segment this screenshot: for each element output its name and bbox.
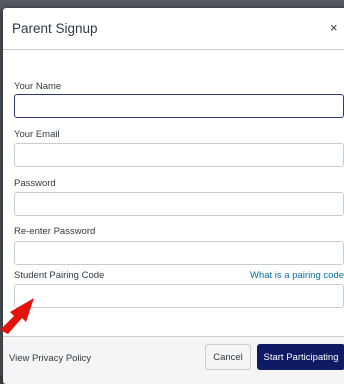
privacy-policy-link[interactable]: View Privacy Policy [9,353,91,364]
dialog-footer: View Privacy Policy Cancel Start Partici… [3,336,344,384]
name-label: Your Name [14,81,62,92]
dialog-header: Parent Signup × [3,8,344,50]
parent-signup-dialog: Parent Signup × Your Name Your Email Pas… [3,8,344,384]
red-arrow-annotation [0,298,34,334]
name-input[interactable] [14,94,344,118]
pairing-code-label: Student Pairing Code [14,270,105,281]
email-label: Your Email [14,129,60,140]
arrow-shape [0,298,34,334]
pairing-code-input[interactable] [14,284,344,308]
cancel-button[interactable]: Cancel [205,344,251,370]
dialog-title: Parent Signup [12,21,98,36]
reenter-password-label: Re-enter Password [14,226,96,237]
close-icon[interactable]: × [330,20,338,36]
email-input[interactable] [14,143,344,167]
password-input[interactable] [14,192,344,216]
reenter-password-input[interactable] [14,241,344,265]
start-participating-button[interactable]: Start Participating [257,344,344,370]
pairing-code-help-link[interactable]: What is a pairing code? [250,270,344,281]
password-label: Password [14,178,56,189]
